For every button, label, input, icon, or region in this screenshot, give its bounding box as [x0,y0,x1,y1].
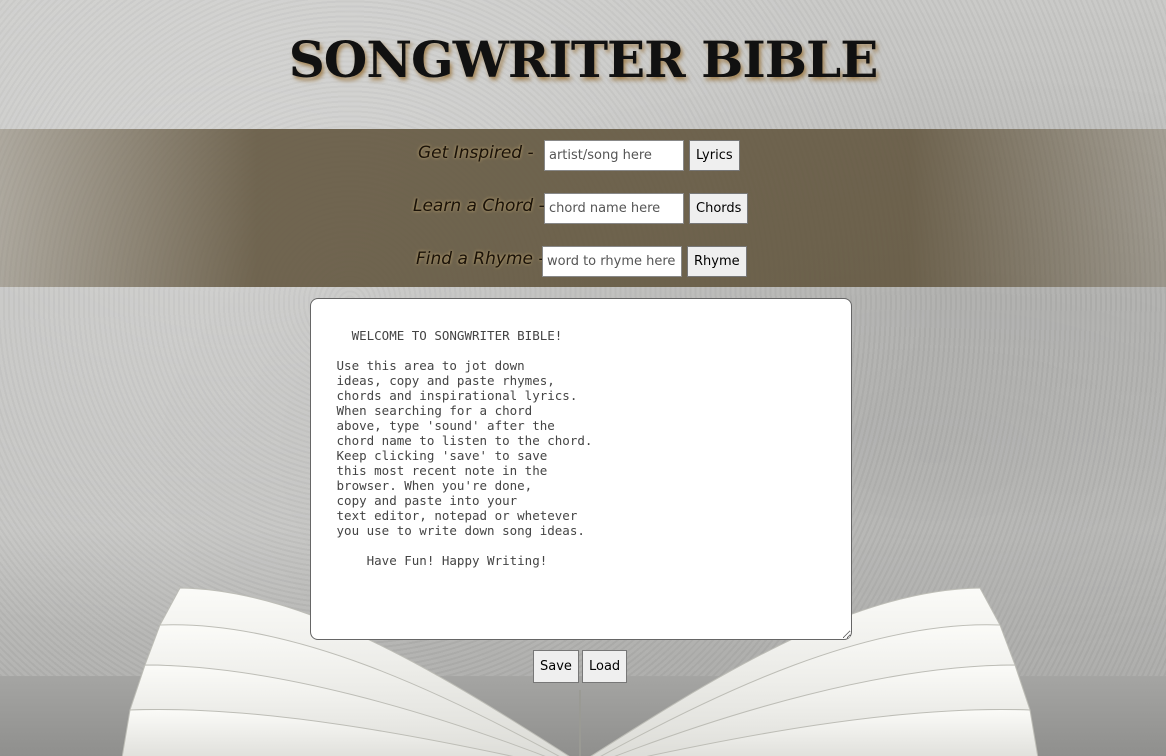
inspire-label: Get Inspired - [418,143,534,163]
inspire-row: Get Inspired - Lyrics [0,139,1166,173]
chords-button[interactable]: Chords [689,193,749,224]
rhyme-word-input[interactable] [542,246,682,277]
chord-name-input[interactable] [544,193,684,224]
rhyme-button[interactable]: Rhyme [687,246,747,277]
rhyme-row: Find a Rhyme - Rhyme [0,245,1166,279]
page-title: SONGWRITER BIBLE [288,30,879,89]
lyrics-button[interactable]: Lyrics [689,140,740,171]
save-button[interactable]: Save [533,650,579,683]
notes-textarea[interactable]: WELCOME TO SONGWRITER BIBLE! Use this ar… [310,298,852,640]
artist-song-input[interactable] [544,140,684,171]
rhyme-label: Find a Rhyme - [416,249,545,269]
load-button[interactable]: Load [582,650,628,683]
chord-label: Learn a Chord - [413,196,545,216]
chord-row: Learn a Chord - Chords [0,192,1166,226]
